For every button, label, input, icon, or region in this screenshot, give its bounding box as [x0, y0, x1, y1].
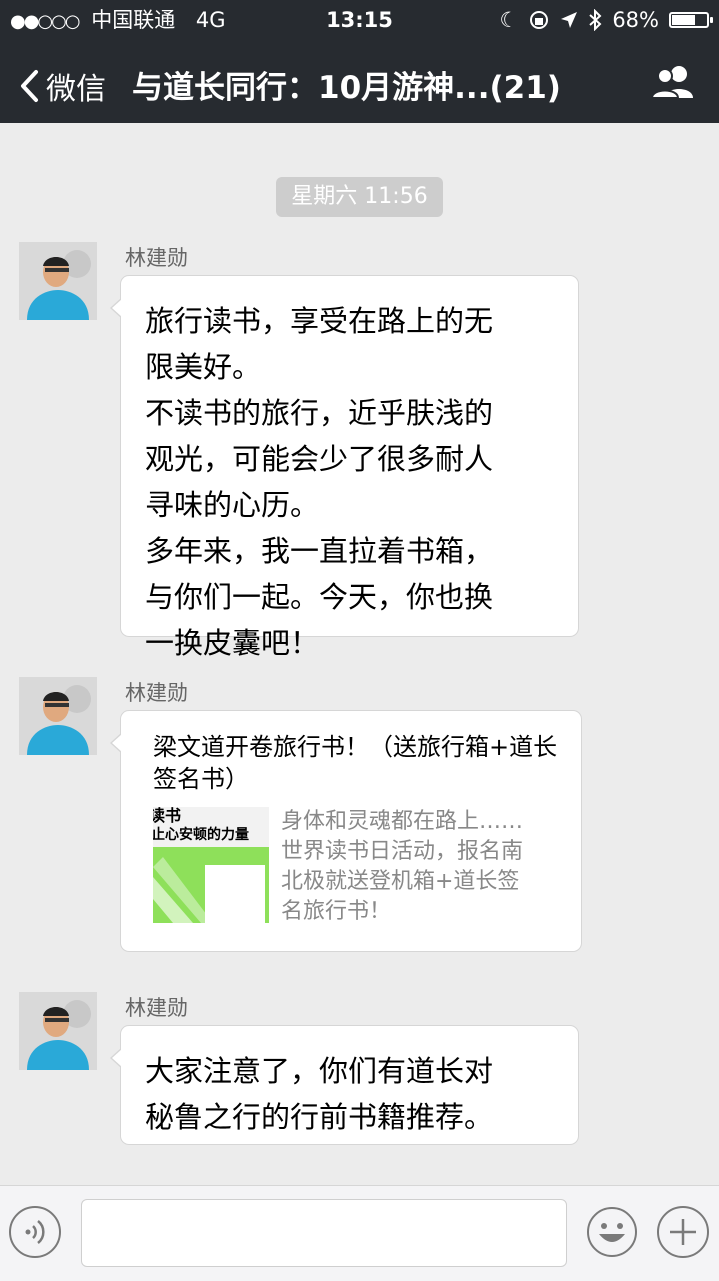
message-bubble[interactable]: 大家注意了，你们有道长对 秘鲁之行的行前书籍推荐。: [110, 1025, 579, 1145]
thumbnail-title: 读书: [153, 807, 182, 825]
input-bar: [0, 1185, 719, 1281]
link-card-description: 身体和灵魂都在路上…… 世界读书日活动，报名南 北极就送登机箱+道长签 名旅行书…: [281, 809, 524, 924]
top-bar: ●●○○○ 中国联通 4G 13:15 ☾ 68% 微信 与道长同行：10月游神…: [0, 0, 719, 123]
plus-icon: [670, 1219, 696, 1245]
message-text: 旅行读书，享受在路上的无 限美好。 不读书的旅行，近乎肤浅的 观光，可能会少了很…: [145, 304, 494, 660]
status-right: ☾ 68%: [499, 0, 713, 40]
battery-icon: [669, 12, 713, 28]
orientation-lock-icon: [530, 11, 549, 29]
avatar-image: [19, 677, 97, 755]
thumbnail-subtitle: 止心安顿的力量: [153, 827, 249, 843]
status-bar: ●●○○○ 中国联通 4G 13:15 ☾ 68%: [0, 0, 719, 40]
avatar-image: [19, 992, 97, 1070]
message-text: 大家注意了，你们有道长对 秘鲁之行的行前书籍推荐。: [145, 1054, 494, 1134]
back-button[interactable]: 微信: [18, 64, 106, 108]
chat-timestamp: 星期六 11:56: [276, 177, 443, 217]
chat-title: 与道长同行：10月游神...(21): [132, 70, 561, 106]
nav-bar: 微信 与道长同行：10月游神...(21): [0, 44, 719, 122]
back-label: 微信: [46, 72, 106, 107]
avatar[interactable]: [19, 242, 97, 320]
message-input[interactable]: [81, 1199, 567, 1267]
avatar[interactable]: [19, 677, 97, 755]
link-card[interactable]: 梁文道开卷旅行书！（送旅行箱+道长签名书） 读书 止心安顿的力量 身体和灵魂都在…: [110, 710, 582, 952]
group-info-icon[interactable]: [651, 64, 697, 100]
message-bubble[interactable]: 旅行读书，享受在路上的无 限美好。 不读书的旅行，近乎肤浅的 观光，可能会少了很…: [110, 275, 579, 660]
sender-name: 林建勋: [125, 246, 188, 270]
avatar[interactable]: [19, 992, 97, 1070]
link-card-title: 梁文道开卷旅行书！（送旅行箱+道长签名书）: [153, 733, 558, 793]
sender-name: 林建勋: [125, 681, 188, 705]
emoji-button[interactable]: [586, 1206, 638, 1258]
sender-name: 林建勋: [125, 996, 188, 1020]
location-arrow-icon: [561, 12, 578, 28]
battery-fill: [672, 15, 696, 25]
moon-icon: ☾: [499, 8, 519, 32]
bluetooth-icon: [589, 9, 602, 31]
battery-percent: 68%: [612, 8, 659, 32]
more-options-button[interactable]: [657, 1206, 709, 1258]
link-card-thumbnail: 读书 止心安顿的力量: [153, 807, 269, 923]
chevron-left-icon: [21, 70, 38, 102]
avatar-image: [19, 242, 97, 320]
voice-input-button[interactable]: [9, 1206, 61, 1258]
voice-icon: [25, 1220, 45, 1244]
